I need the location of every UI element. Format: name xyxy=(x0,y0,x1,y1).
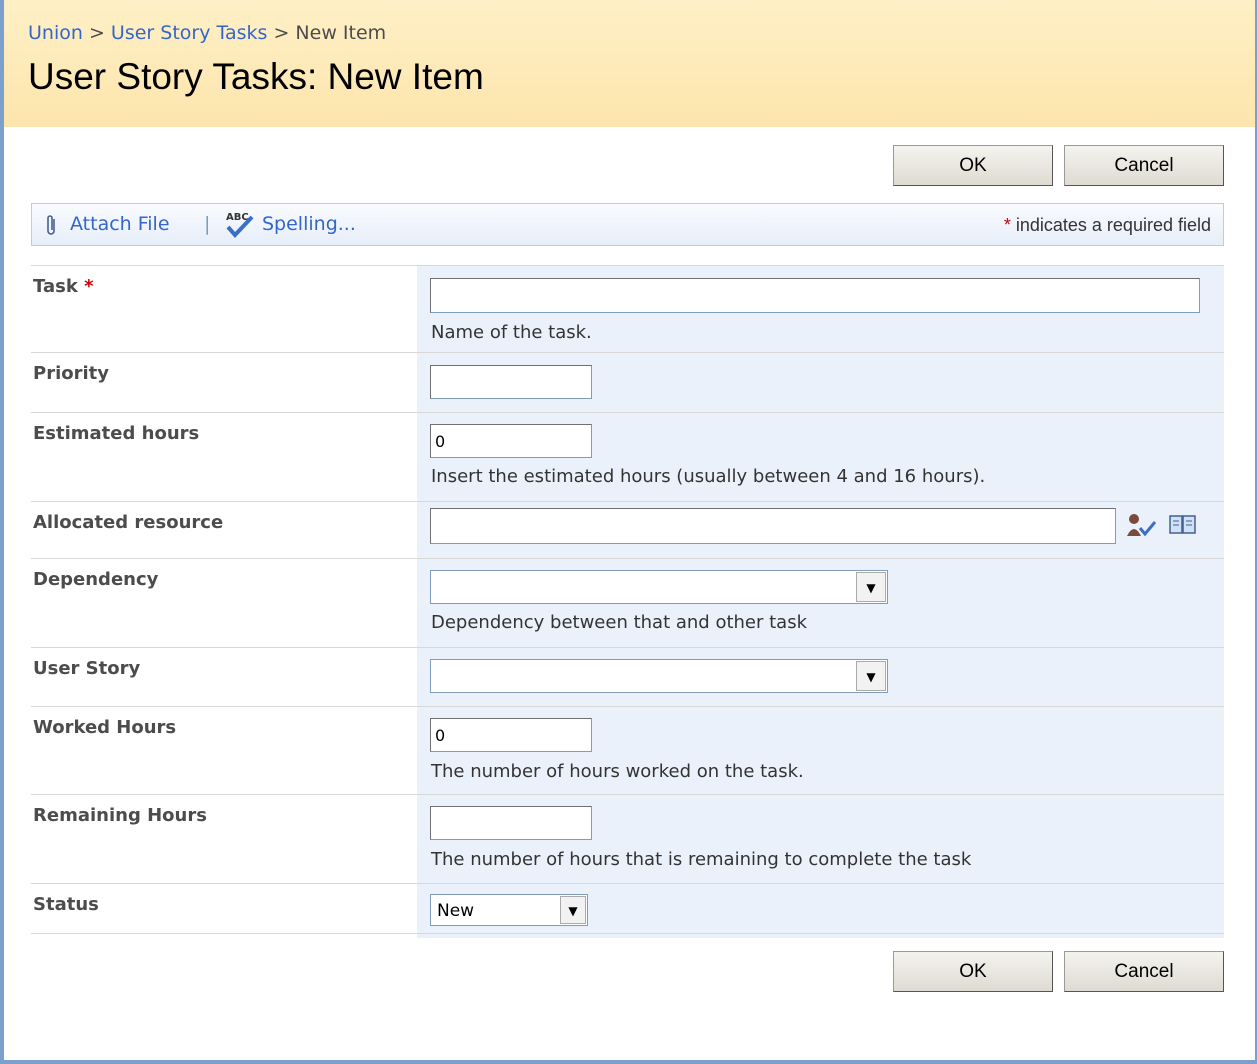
status-select[interactable]: New ▼ xyxy=(430,894,588,926)
user-story-label: User Story xyxy=(33,658,141,679)
address-book-icon[interactable] xyxy=(1169,514,1197,540)
page-header: Union > User Story Tasks > New Item User… xyxy=(4,0,1255,127)
field-row-user-story: User Story ▼ xyxy=(31,647,1224,706)
toolbar-divider: | xyxy=(204,213,211,235)
paperclip-icon xyxy=(44,213,58,241)
ok-button-top[interactable]: OK xyxy=(893,145,1053,186)
dependency-select[interactable]: ▼ xyxy=(430,570,888,604)
field-row-allocated-resource: Allocated resource xyxy=(31,501,1224,558)
estimated-hours-description: Insert the estimated hours (usually betw… xyxy=(431,466,986,487)
form-bottom-divider xyxy=(31,933,1224,934)
dropdown-arrow-icon[interactable]: ▼ xyxy=(856,572,886,602)
dropdown-arrow-icon[interactable]: ▼ xyxy=(856,661,886,691)
status-value: New xyxy=(437,901,475,921)
breadcrumb: Union > User Story Tasks > New Item xyxy=(28,22,386,44)
remaining-hours-input[interactable] xyxy=(430,806,592,840)
required-field-note: * indicates a required field xyxy=(1003,215,1211,235)
dependency-label: Dependency xyxy=(33,569,159,590)
task-input[interactable] xyxy=(430,278,1200,313)
dropdown-arrow-icon[interactable]: ▼ xyxy=(560,896,586,924)
breadcrumb-separator: > xyxy=(273,22,290,44)
spellcheck-icon: ABC xyxy=(224,209,256,243)
worked-hours-description: The number of hours worked on the task. xyxy=(431,761,804,782)
check-names-icon[interactable] xyxy=(1125,512,1159,542)
status-label: Status xyxy=(33,894,99,915)
field-row-status: Status New ▼ xyxy=(31,883,1224,938)
field-row-priority: Priority xyxy=(31,352,1224,412)
cancel-button-top[interactable]: Cancel xyxy=(1064,145,1224,186)
field-row-dependency: Dependency ▼ Dependency between that and… xyxy=(31,558,1224,647)
attach-file-button[interactable]: Attach File xyxy=(70,213,170,235)
priority-label: Priority xyxy=(33,363,109,384)
field-row-remaining-hours: Remaining Hours The number of hours that… xyxy=(31,794,1224,883)
spelling-button[interactable]: Spelling... xyxy=(262,213,356,235)
allocated-resource-label: Allocated resource xyxy=(33,512,224,533)
breadcrumb-separator: > xyxy=(88,22,105,44)
ok-button-bottom[interactable]: OK xyxy=(893,951,1053,992)
task-description: Name of the task. xyxy=(431,322,592,343)
priority-input[interactable] xyxy=(430,365,592,399)
breadcrumb-site-link[interactable]: Union xyxy=(28,22,83,44)
field-row-worked-hours: Worked Hours The number of hours worked … xyxy=(31,706,1224,794)
field-row-estimated-hours: Estimated hours Insert the estimated hou… xyxy=(31,412,1224,501)
task-label: Task * xyxy=(33,276,94,297)
remaining-hours-description: The number of hours that is remaining to… xyxy=(431,849,972,870)
remaining-hours-label: Remaining Hours xyxy=(33,805,207,826)
dependency-description: Dependency between that and other task xyxy=(431,612,808,633)
user-story-select[interactable]: ▼ xyxy=(430,659,888,693)
estimated-hours-input[interactable] xyxy=(430,424,592,458)
allocated-resource-input[interactable] xyxy=(430,508,1116,544)
worked-hours-input[interactable] xyxy=(430,718,592,752)
breadcrumb-current: New Item xyxy=(295,22,387,44)
field-row-task: Task * Name of the task. xyxy=(31,265,1224,352)
new-item-form: Task * Name of the task. Priority Estima… xyxy=(31,265,1224,938)
form-toolbar: Attach File | ABC Spelling... * indicate… xyxy=(31,203,1224,246)
breadcrumb-list-link[interactable]: User Story Tasks xyxy=(111,22,267,44)
cancel-button-bottom[interactable]: Cancel xyxy=(1064,951,1224,992)
worked-hours-label: Worked Hours xyxy=(33,717,177,738)
estimated-hours-label: Estimated hours xyxy=(33,423,200,444)
page-title: User Story Tasks: New Item xyxy=(28,56,484,97)
